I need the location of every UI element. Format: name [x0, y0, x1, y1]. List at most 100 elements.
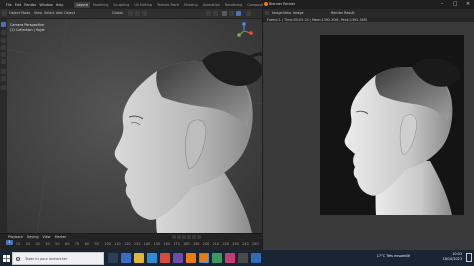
timeline-tick-label: 170 — [173, 242, 180, 246]
add-cube-tool-icon[interactable] — [1, 85, 6, 90]
app-icon-2[interactable] — [212, 253, 222, 263]
editor-type-icon[interactable] — [2, 11, 7, 16]
jump-end-icon[interactable] — [197, 235, 201, 239]
render-slot-selector[interactable]: Render Result — [331, 11, 355, 15]
render-window: Blender Render – □ × Image View Image Re… — [263, 0, 474, 250]
proportional-edit-icon[interactable] — [142, 11, 147, 16]
blender-render-taskbar-icon[interactable] — [199, 253, 209, 263]
tab-animation[interactable]: Animation — [201, 2, 222, 8]
keying-menu[interactable]: Keying — [27, 235, 38, 239]
timeline-view-menu[interactable]: View — [43, 235, 51, 239]
cursor-tool-icon[interactable] — [1, 30, 6, 35]
tab-sculpting[interactable]: Sculpting — [111, 2, 131, 8]
render-menu-image[interactable]: Image — [272, 11, 283, 15]
clock[interactable]: 10:03 18/10/2023 — [442, 252, 462, 262]
menu-render[interactable]: Render — [24, 3, 36, 7]
timeline-tick-label: 130 — [133, 242, 141, 246]
view-menu[interactable]: View — [34, 11, 42, 16]
notification-icon[interactable] — [466, 253, 472, 262]
shading-solid-icon[interactable] — [222, 11, 227, 16]
navigation-gizmo-icon[interactable] — [234, 21, 254, 41]
overlay-icon[interactable] — [206, 11, 211, 16]
app-icon-5[interactable] — [251, 253, 261, 263]
snap-icon[interactable] — [135, 11, 140, 16]
timeline-tick-label: 230 — [232, 242, 239, 246]
timeline-ruler[interactable]: 0102030405060708090100110120130140150160… — [6, 242, 262, 247]
tab-texture-paint[interactable]: Texture Paint — [155, 2, 181, 8]
timeline-tick-label: 200 — [202, 242, 210, 246]
pivot-icon[interactable] — [128, 11, 133, 16]
blender-taskbar-icon[interactable] — [186, 253, 196, 263]
file-explorer-icon[interactable] — [134, 253, 144, 263]
select-menu[interactable]: Select — [44, 11, 54, 16]
scale-tool-icon[interactable] — [1, 52, 6, 57]
measure-tool-icon[interactable] — [1, 76, 6, 81]
3d-viewport[interactable] — [7, 19, 262, 233]
render-menu-image-2[interactable]: Image — [293, 11, 304, 15]
mode-selector[interactable]: Object Mode — [9, 11, 30, 16]
transform-tool-icon[interactable] — [1, 59, 6, 64]
system-tray: 17°C Très ensoleillé 10:03 18/10/2023 — [272, 252, 472, 264]
render-menu-view[interactable]: View — [283, 11, 291, 15]
shading-material-icon[interactable] — [229, 11, 234, 16]
viewport-header: Object Mode View Select Add Object Globa… — [0, 9, 262, 19]
current-frame-indicator[interactable]: 1 — [6, 240, 13, 245]
timeline: Playback Keying View Marker 010203040506… — [0, 233, 262, 251]
editor-type-icon[interactable] — [265, 11, 269, 15]
app-icon-1[interactable] — [173, 253, 183, 263]
edge-browser-icon[interactable] — [147, 253, 157, 263]
render-stats: Frame:1 | Time:00:05.24 | Mem:1392.30M, … — [267, 17, 367, 22]
prev-keyframe-icon[interactable] — [177, 235, 181, 239]
widgets-icon[interactable] — [121, 253, 131, 263]
taskbar-search-box[interactable]: Taper ici pour rechercher — [12, 251, 104, 265]
tool-shelf — [0, 19, 7, 233]
minimize-icon[interactable]: – — [436, 1, 448, 8]
jump-start-icon[interactable] — [172, 235, 176, 239]
menu-help[interactable]: Help — [56, 3, 64, 7]
shading-rendered-icon[interactable] — [236, 11, 241, 16]
playback-menu[interactable]: Playback — [8, 235, 23, 239]
close-icon[interactable]: × — [462, 1, 474, 8]
add-menu[interactable]: Add — [56, 11, 63, 16]
annotate-tool-icon[interactable] — [1, 69, 6, 74]
marker-menu[interactable]: Marker — [55, 235, 67, 239]
object-menu[interactable]: Object — [64, 11, 75, 16]
collection-label: (1) Collection | Sujet — [10, 27, 45, 32]
rotate-tool-icon[interactable] — [1, 45, 6, 50]
viewport-render — [7, 19, 262, 233]
weather-widget[interactable]: 17°C Très ensoleillé — [377, 254, 410, 258]
render-menubar: Image View Image Render Result — [263, 9, 474, 17]
menu-file[interactable]: File — [6, 3, 12, 7]
menu-edit[interactable]: Edit — [15, 3, 22, 7]
select-tool-icon[interactable] — [1, 22, 6, 27]
start-button[interactable] — [0, 250, 12, 266]
move-tool-icon[interactable] — [1, 38, 6, 43]
tab-shading[interactable]: Shading — [182, 2, 200, 8]
tab-modeling[interactable]: Modeling — [91, 2, 110, 8]
shading-options-icon[interactable] — [246, 11, 251, 16]
maximize-icon[interactable]: □ — [449, 1, 461, 8]
tab-uv-editing[interactable]: UV Editing — [132, 2, 154, 8]
task-view-icon[interactable] — [108, 253, 118, 263]
chrome-browser-icon[interactable] — [160, 253, 170, 263]
menu-window[interactable]: Window — [39, 3, 52, 7]
play-icon[interactable] — [187, 235, 191, 239]
timeline-tick-label: 150 — [153, 242, 161, 246]
timeline-tick-label: 240 — [242, 242, 249, 246]
clock-date: 18/10/2023 — [442, 257, 462, 261]
camera-perspective-label: Camera Perspective — [10, 23, 45, 27]
tab-rendering[interactable]: Rendering — [223, 2, 244, 8]
timeline-tick-label: 30 — [35, 242, 40, 246]
next-keyframe-icon[interactable] — [192, 235, 196, 239]
search-placeholder: Taper ici pour rechercher — [25, 256, 68, 261]
timeline-tick-label: 80 — [84, 242, 90, 246]
transform-orientation[interactable]: Global — [112, 11, 123, 16]
app-icon-3[interactable] — [225, 253, 235, 263]
play-reverse-icon[interactable] — [182, 235, 186, 239]
timeline-tick-label: 90 — [94, 242, 99, 246]
app-icon-4[interactable] — [238, 253, 248, 263]
xray-icon[interactable] — [213, 11, 218, 16]
timeline-tick-label: 110 — [114, 242, 121, 246]
tab-layout[interactable]: Layout — [74, 1, 90, 8]
timeline-tick-label: 50 — [55, 242, 60, 246]
